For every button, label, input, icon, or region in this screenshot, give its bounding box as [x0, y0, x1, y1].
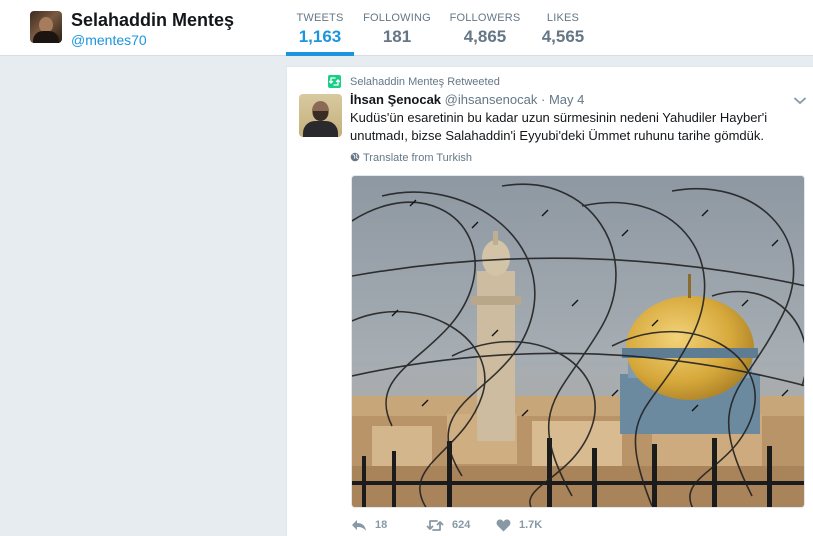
retweet-count: 624: [452, 519, 471, 531]
author-avatar[interactable]: [299, 94, 342, 137]
stat-tweets-value: 1,163: [298, 27, 342, 46]
profile-nav-bar: Selahaddin Menteş @mentes70 TWEETS 1,163…: [0, 0, 813, 56]
stat-following[interactable]: FOLLOWING 181: [362, 0, 432, 56]
header-separator: ·: [541, 92, 546, 107]
stat-tweets-label: TWEETS: [296, 12, 344, 24]
stat-likes-value: 4,565: [541, 27, 585, 46]
retweet-context-label: Selahaddin Menteş Retweeted: [350, 76, 500, 88]
tweet-actions: 18 624 1.7K: [351, 515, 791, 535]
retweet-context[interactable]: Selahaddin Menteş Retweeted: [330, 76, 500, 88]
translate-label: Translate from Turkish: [363, 152, 473, 164]
timeline: Selahaddin Menteş Retweeted İhsan Şenoca…: [286, 66, 813, 536]
chevron-down-icon[interactable]: [794, 92, 806, 110]
tweet-photo[interactable]: [351, 175, 805, 508]
stat-following-label: FOLLOWING: [363, 12, 431, 24]
author-handle[interactable]: @ihsansenocak: [445, 92, 538, 107]
stat-followers-value: 4,865: [463, 27, 507, 46]
reply-button[interactable]: 18: [351, 515, 387, 535]
profile-name[interactable]: Selahaddin Menteş: [71, 10, 234, 31]
retweet-icon: [426, 519, 444, 531]
stat-followers-label: FOLLOWERS: [449, 12, 521, 24]
profile-avatar[interactable]: [30, 11, 62, 43]
profile-handle[interactable]: @mentes70: [71, 32, 147, 48]
retweet-button[interactable]: 624: [426, 515, 470, 535]
stat-likes[interactable]: LIKES 4,565: [537, 0, 589, 56]
stat-followers[interactable]: FOLLOWERS 4,865: [448, 0, 522, 56]
stat-likes-label: LIKES: [546, 12, 580, 24]
heart-icon: [496, 519, 511, 531]
like-button[interactable]: 1.7K: [496, 515, 542, 535]
stat-tweets[interactable]: TWEETS 1,163: [286, 0, 354, 56]
tweet-header: İhsan Şenocak @ihsansenocak · May 4: [350, 92, 584, 107]
author-name[interactable]: İhsan Şenocak: [350, 92, 441, 107]
tweet-date[interactable]: May 4: [549, 92, 584, 107]
tweet-text: Kudüs'ün esaretinin bu kadar uzun sürmes…: [350, 110, 768, 143]
translate-link[interactable]: Translate from Turkish: [350, 152, 472, 164]
globe-icon: [350, 152, 360, 162]
reply-count: 18: [375, 519, 388, 531]
like-count: 1.7K: [519, 519, 543, 531]
reply-icon: [352, 519, 366, 531]
left-sidebar-empty: [0, 57, 286, 536]
stat-following-value: 181: [382, 27, 412, 46]
